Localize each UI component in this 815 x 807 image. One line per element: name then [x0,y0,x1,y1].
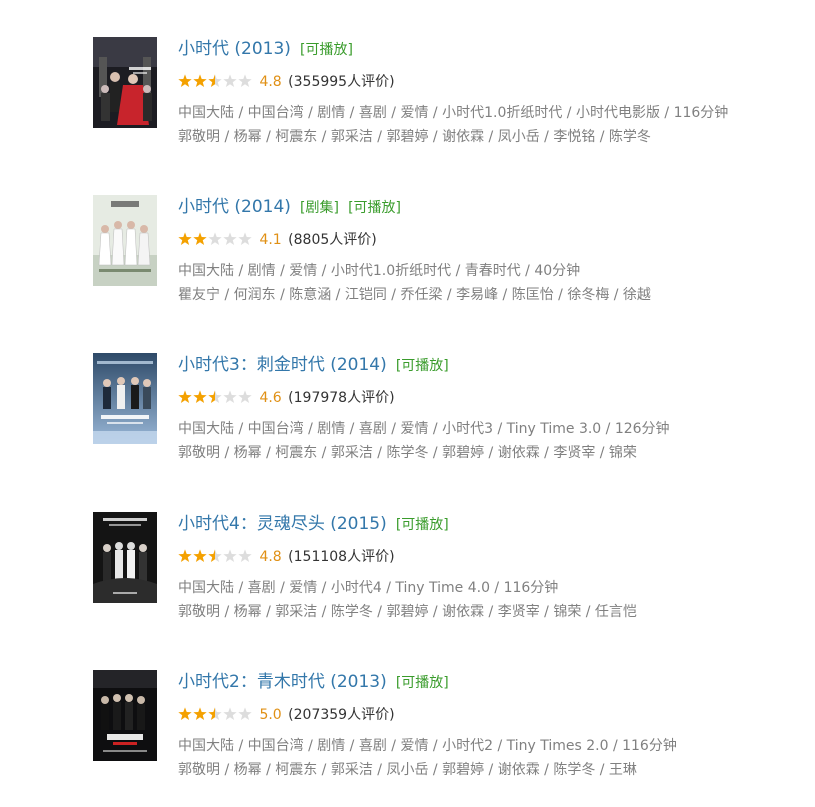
playable-tag[interactable]: [可播放] [300,42,353,58]
genre-line: 中国大陆 / 中国台湾 / 剧情 / 喜剧 / 爱情 / 小时代1.0折纸时代 … [178,105,729,121]
poster-art-5 [93,670,157,761]
star-icon [223,549,237,563]
star-rating-icon [178,707,253,721]
star-rating-icon [178,549,253,563]
star-icon [208,232,222,246]
star-icon [178,74,192,88]
rating-count: (355995人评价) [288,74,395,90]
rating-score: 4.1 [259,232,282,248]
star-icon [238,390,252,404]
movie-meta: 中国大陆 / 剧情 / 爱情 / 小时代1.0折纸时代 / 青春时代 / 40分… [178,259,808,307]
cast-line: 郭敬明 / 杨幂 / 柯震东 / 郭采洁 / 郭碧婷 / 谢依霖 / 凤小岳 /… [178,129,651,145]
cast-line: 瞿友宁 / 何润东 / 陈意涵 / 江铠同 / 乔任梁 / 李易峰 / 陈匡怡 … [178,287,651,303]
title-line: 小时代3：刺金时代 (2014) [可播放] [178,353,808,377]
tv-poster-image[interactable] [93,195,157,286]
star-icon [193,74,207,88]
star-icon [178,549,192,563]
result-info: 小时代 (2014) [剧集] [可播放] 4.1 (8805人评价) 中国大陆… [178,195,808,307]
rating-score: 4.8 [259,74,282,90]
rating-line: 4.8 (355995人评价) [178,72,808,92]
movie-title-link[interactable]: 小时代3：刺金时代 (2014) [178,355,387,375]
star-icon [208,707,222,721]
star-icon [178,707,192,721]
movie-meta: 中国大陆 / 中国台湾 / 剧情 / 喜剧 / 爱情 / 小时代2 / Tiny… [178,734,808,782]
poster-art-3 [93,353,157,444]
result-info: 小时代3：刺金时代 (2014) [可播放] 4.6 (197978人评价) 中… [178,353,808,465]
star-icon [208,549,222,563]
rating-score: 5.0 [259,707,282,723]
rating-count: (207359人评价) [288,707,395,723]
star-icon [208,74,222,88]
star-rating-icon [178,390,253,404]
result-info: 小时代4：灵魂尽头 (2015) [可播放] 4.8 (151108人评价) 中… [178,512,808,624]
rating-line: 5.0 (207359人评价) [178,705,808,725]
star-rating-icon [178,74,253,88]
rating-line: 4.1 (8805人评价) [178,230,808,250]
star-icon [178,232,192,246]
star-rating-icon [178,232,253,246]
star-icon [223,74,237,88]
star-icon [193,232,207,246]
movie-meta: 中国大陆 / 喜剧 / 爱情 / 小时代4 / Tiny Time 4.0 / … [178,576,808,624]
title-line: 小时代4：灵魂尽头 (2015) [可播放] [178,512,808,536]
star-icon [223,232,237,246]
poster-art-2 [93,195,157,286]
rating-count: (8805人评价) [288,232,377,248]
title-line: 小时代 (2014) [剧集] [可播放] [178,195,808,219]
genre-line: 中国大陆 / 喜剧 / 爱情 / 小时代4 / Tiny Time 4.0 / … [178,580,559,596]
genre-line: 中国大陆 / 剧情 / 爱情 / 小时代1.0折纸时代 / 青春时代 / 40分… [178,263,581,279]
star-icon [223,390,237,404]
star-icon [178,390,192,404]
result-info: 小时代2：青木时代 (2013) [可播放] 5.0 (207359人评价) 中… [178,670,808,782]
result-item: 小时代3：刺金时代 (2014) [可播放] 4.6 (197978人评价) 中… [0,353,815,483]
movie-title-link[interactable]: 小时代 (2014) [178,197,291,217]
star-icon [208,390,222,404]
rating-count: (151108人评价) [288,549,395,565]
movie-poster-image[interactable] [93,670,157,761]
movie-meta: 中国大陆 / 中国台湾 / 剧情 / 喜剧 / 爱情 / 小时代1.0折纸时代 … [178,101,808,149]
cast-line: 郭敬明 / 杨幂 / 柯震东 / 郭采洁 / 凤小岳 / 郭碧婷 / 谢依霖 /… [178,762,637,778]
star-icon [238,74,252,88]
cast-line: 郭敬明 / 杨幂 / 郭采洁 / 陈学冬 / 郭碧婷 / 谢依霖 / 李贤宰 /… [178,604,637,620]
poster-art-4 [93,512,157,603]
star-icon [193,549,207,563]
movie-meta: 中国大陆 / 中国台湾 / 剧情 / 喜剧 / 爱情 / 小时代3 / Tiny… [178,417,808,465]
movie-title-link[interactable]: 小时代4：灵魂尽头 (2015) [178,514,387,534]
star-icon [238,549,252,563]
star-icon [223,707,237,721]
title-line: 小时代 (2013) [可播放] [178,37,808,61]
rating-score: 4.6 [259,390,282,406]
movie-title-link[interactable]: 小时代 (2013) [178,39,291,59]
movie-poster-image[interactable] [93,512,157,603]
result-item: 小时代 (2013) [可播放] 4.8 (355995人评价) 中国大陆 / … [0,37,815,167]
result-item: 小时代2：青木时代 (2013) [可播放] 5.0 (207359人评价) 中… [0,670,815,800]
series-tag[interactable]: [剧集] [300,200,339,216]
movie-title-link[interactable]: 小时代2：青木时代 (2013) [178,672,387,692]
playable-tag[interactable]: [可播放] [396,675,449,691]
rating-line: 4.8 (151108人评价) [178,547,808,567]
movie-poster-image[interactable] [93,353,157,444]
rating-count: (197978人评价) [288,390,395,406]
genre-line: 中国大陆 / 中国台湾 / 剧情 / 喜剧 / 爱情 / 小时代2 / Tiny… [178,738,677,754]
playable-tag[interactable]: [可播放] [396,517,449,533]
rating-line: 4.6 (197978人评价) [178,388,808,408]
result-item: 小时代 (2014) [剧集] [可播放] 4.1 (8805人评价) 中国大陆… [0,195,815,325]
cast-line: 郭敬明 / 杨幂 / 柯震东 / 郭采洁 / 陈学冬 / 郭碧婷 / 谢依霖 /… [178,445,637,461]
result-item: 小时代4：灵魂尽头 (2015) [可播放] 4.8 (151108人评价) 中… [0,512,815,642]
rating-score: 4.8 [259,549,282,565]
playable-tag[interactable]: [可播放] [396,358,449,374]
movie-poster-image[interactable] [93,37,157,128]
star-icon [193,390,207,404]
result-info: 小时代 (2013) [可播放] 4.8 (355995人评价) 中国大陆 / … [178,37,808,149]
genre-line: 中国大陆 / 中国台湾 / 剧情 / 喜剧 / 爱情 / 小时代3 / Tiny… [178,421,670,437]
playable-tag[interactable]: [可播放] [348,200,401,216]
star-icon [238,232,252,246]
star-icon [238,707,252,721]
title-line: 小时代2：青木时代 (2013) [可播放] [178,670,808,694]
poster-art-1 [93,37,157,128]
star-icon [193,707,207,721]
